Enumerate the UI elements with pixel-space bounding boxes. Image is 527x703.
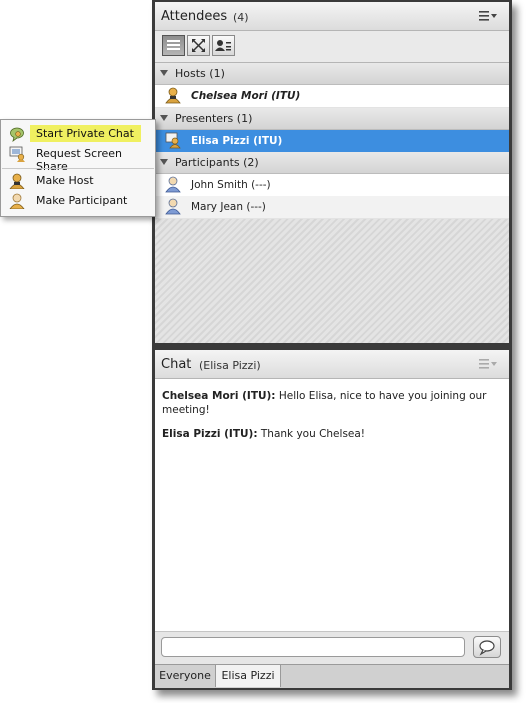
chat-input-bar (155, 631, 509, 664)
participant-user-icon (165, 176, 181, 193)
attendee-list: Hosts (1) Chelsea Mori (ITU) Presenters … (155, 63, 509, 343)
attendee-row[interactable]: John Smith (---) (155, 174, 509, 197)
menu-item-request-screen-share[interactable]: Request Screen Share (2, 144, 154, 173)
menu-item-label: Start Private Chat (36, 127, 134, 140)
chat-messages: Chelsea Mori (ITU): Hello Elisa, nice to… (155, 379, 509, 631)
list-view-button[interactable] (162, 35, 185, 56)
attendee-name: Mary Jean (---) (191, 201, 266, 213)
chat-message: Chelsea Mori (ITU): Hello Elisa, nice to… (162, 389, 495, 417)
menu-item-label: Make Participant (36, 194, 128, 207)
chat-bubble-icon (10, 127, 24, 142)
chat-pod: Chat (Elisa Pizzi) Chelsea Mori (ITU): H… (152, 350, 512, 690)
chat-message: Elisa Pizzi (ITU): Thank you Chelsea! (162, 427, 495, 441)
menu-item-make-host[interactable]: Make Host (2, 171, 154, 191)
screen-share-icon (9, 146, 25, 162)
collapse-triangle-icon[interactable] (160, 70, 168, 76)
menu-item-label: Request Screen Share (36, 147, 122, 173)
send-message-button[interactable] (473, 636, 501, 658)
pod-options-menu-icon[interactable] (479, 358, 499, 370)
attendee-row-selected[interactable]: Elisa Pizzi (ITU) (155, 130, 509, 153)
tab-everyone[interactable]: Everyone (155, 665, 216, 687)
attendees-header: Attendees (4) (155, 2, 509, 31)
group-hosts[interactable]: Hosts (1) (155, 63, 509, 85)
message-text: Thank you Chelsea! (257, 428, 366, 440)
attendees-title: Attendees (161, 9, 228, 24)
participant-user-icon (165, 198, 181, 215)
pod-options-menu-icon[interactable] (479, 10, 499, 22)
list-view-icon (167, 40, 180, 50)
chat-message-input[interactable] (161, 637, 465, 657)
attendees-view-toolbar (155, 31, 509, 63)
attendee-row[interactable]: Mary Jean (---) (155, 196, 509, 219)
tab-elisa-pizzi[interactable]: Elisa Pizzi (216, 665, 281, 687)
collapse-triangle-icon[interactable] (160, 115, 168, 121)
attendee-row[interactable]: Chelsea Mori (ITU) (155, 85, 509, 108)
collapse-triangle-icon[interactable] (160, 159, 168, 165)
chat-title: Chat (161, 357, 192, 372)
attendee-name: Elisa Pizzi (ITU) (191, 135, 283, 147)
group-presenters-label: Presenters (1) (175, 112, 253, 125)
speech-bubble-icon (479, 640, 495, 656)
status-view-button[interactable] (187, 35, 210, 56)
attendee-name: Chelsea Mori (ITU) (191, 90, 301, 102)
group-participants-label: Participants (2) (175, 156, 259, 169)
user-card-icon (215, 40, 231, 51)
chat-subtitle: (Elisa Pizzi) (199, 359, 261, 372)
presenter-user-icon (165, 132, 181, 149)
meeting-pods-panel: Attendees (4) Hosts (1) Chelsea Mori (IT… (152, 0, 512, 690)
participant-user-icon (9, 193, 25, 209)
menu-item-make-participant[interactable]: Make Participant (2, 191, 154, 211)
attendees-pod: Attendees (4) Hosts (1) Chelsea Mori (IT… (152, 0, 512, 346)
attendee-context-menu: Start Private Chat Request Screen Share … (0, 119, 156, 217)
menu-separator (2, 168, 154, 169)
group-participants[interactable]: Participants (2) (155, 152, 509, 174)
message-sender: Chelsea Mori (ITU): (162, 390, 276, 402)
message-sender: Elisa Pizzi (ITU): (162, 428, 258, 440)
menu-item-start-private-chat[interactable]: Start Private Chat (2, 124, 154, 144)
expand-arrows-icon (192, 39, 205, 52)
menu-item-label: Make Host (36, 174, 94, 187)
group-hosts-label: Hosts (1) (175, 67, 225, 80)
role-view-button[interactable] (212, 35, 235, 56)
group-presenters[interactable]: Presenters (1) (155, 108, 509, 130)
host-user-icon (9, 173, 25, 189)
chat-header: Chat (Elisa Pizzi) (155, 350, 509, 379)
chat-tabs: Everyone Elisa Pizzi (155, 664, 509, 688)
attendee-name: John Smith (---) (191, 179, 271, 191)
attendees-count: (4) (233, 11, 249, 24)
host-user-icon (165, 87, 181, 104)
